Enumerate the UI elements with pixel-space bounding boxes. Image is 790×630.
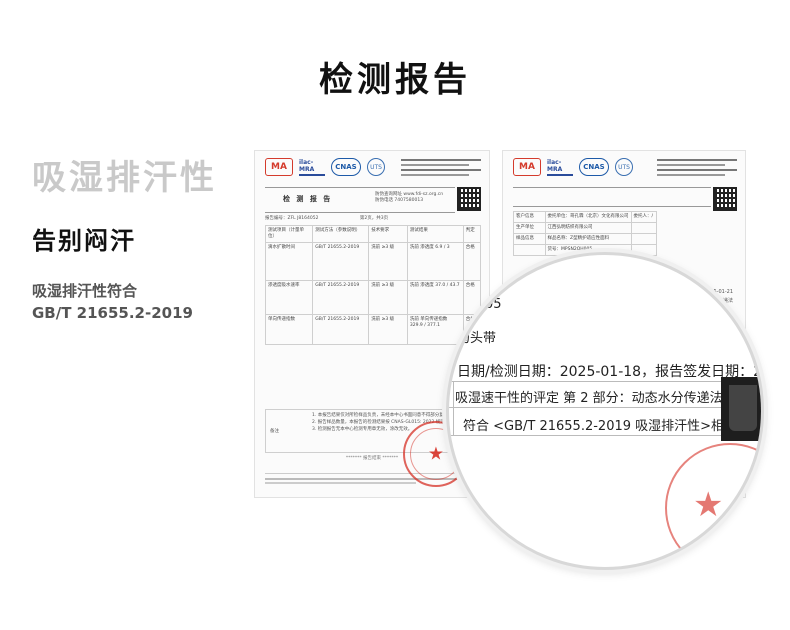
table-header-cell: 测试结果 bbox=[406, 225, 464, 243]
table-cell: GB/T 21655.2-2019 bbox=[312, 280, 370, 315]
verification-phone: 防伪电话 7407580013 bbox=[375, 198, 424, 203]
table-cell: 客户信息 bbox=[513, 211, 546, 223]
table-cell: 江西弘明纺织有限公司 bbox=[544, 222, 632, 234]
lab-name-text-lines bbox=[657, 159, 737, 179]
table-cell: GB/T 21655.2-2019 bbox=[312, 242, 370, 281]
table-cell: 渗透度吸水速率 bbox=[264, 280, 314, 315]
table-cell: 洗前 渗透度 6.9 / 3 bbox=[406, 242, 464, 281]
page-title: 检测报告 bbox=[319, 60, 471, 100]
magnifier-lens: 05 勾头带 日期/检测日期：2025-01-18，报告签发日期：2 吸湿速干性… bbox=[446, 252, 764, 570]
table-header-cell: 测试项目（计量单位） bbox=[264, 225, 314, 243]
feature-subtitle: 告别闷汗 bbox=[32, 227, 136, 255]
table-cell bbox=[630, 222, 658, 234]
report-page: 第2页，共3页 bbox=[359, 216, 389, 221]
table-header-row: 测试项目（计量单位） 测试方法（参数说明） 技术要求 测试结果 判定 bbox=[264, 225, 482, 243]
sample-photo bbox=[721, 377, 761, 441]
report-header-title: 检 测 报 告 bbox=[283, 195, 333, 203]
cma-logo-icon: MA bbox=[265, 158, 293, 176]
table-row: 渗透度吸水速率 GB/T 21655.2-2019 洗前 ≥3 级 洗前 渗透度… bbox=[264, 280, 482, 315]
feature-description: 吸湿排汗性符合 GB/T 21655.2-2019 bbox=[32, 280, 242, 324]
client-info-table: 客户信息 委托单位：哥孔霖（北京）文化有限公司 委托人：/ 生产单位 江西弘明纺… bbox=[513, 211, 658, 256]
table-cell: 单向传递指数 bbox=[264, 314, 314, 345]
table-row: 客户信息 委托单位：哥孔霖（北京）文化有限公司 委托人：/ bbox=[513, 211, 658, 223]
ilac-logo-icon: ilac-MRA bbox=[547, 158, 573, 176]
cnas-logo-icon: CNAS bbox=[331, 158, 361, 176]
magnified-text-line: 05 bbox=[485, 297, 502, 312]
table-row: 单向传递指数 GB/T 21655.2-2019 洗前 ≥3 级 洗前 单向传递… bbox=[264, 314, 482, 345]
table-cell: 样品信息 bbox=[513, 233, 546, 245]
certification-logos: MA ilac-MRA CNAS UTS bbox=[513, 157, 633, 177]
table-cell: 洗前 渗透度 37.0 / 43.7 bbox=[406, 280, 464, 315]
lab-name-text-lines bbox=[401, 159, 481, 179]
table-cell: 生产单位 bbox=[513, 222, 546, 234]
remarks-label: 备注 bbox=[270, 429, 279, 434]
magnified-text-line: 勾头带 bbox=[457, 331, 497, 346]
table-row: 样品信息 样品名称：Z型精护适应性面料 bbox=[513, 233, 658, 245]
table-cell: 洗前 ≥3 级 bbox=[368, 242, 408, 281]
certification-logos: MA ilac-MRA CNAS UTS bbox=[265, 157, 385, 177]
table-cell: 委托单位：哥孔霖（北京）文化有限公司 bbox=[544, 211, 632, 223]
cma-logo-icon: MA bbox=[513, 158, 541, 176]
table-cell: 样品名称：Z型精护适应性面料 bbox=[544, 233, 632, 245]
report-header: 检 测 报 告 防伪查询网址 www.fdi-sz.org.cn 防伪电话 74… bbox=[265, 187, 455, 213]
ilac-logo-icon: ilac-MRA bbox=[299, 158, 325, 176]
feature-description-line-1: 吸湿排汗性符合 bbox=[32, 282, 138, 300]
results-table: 测试项目（计量单位） 测试方法（参数说明） 技术要求 测试结果 判定 滴水扩散时… bbox=[264, 225, 482, 345]
table-header-cell: 技术要求 bbox=[368, 225, 408, 243]
qr-code-icon bbox=[713, 187, 737, 211]
table-cell: 合格 bbox=[462, 280, 482, 315]
table-cell bbox=[630, 233, 658, 245]
feature-panel: 吸湿排汗性 告别闷汗 吸湿排汗性符合 GB/T 21655.2-2019 bbox=[32, 150, 242, 324]
report-number-text: 报告编号：ZFL J8164052 bbox=[265, 216, 319, 221]
table-cell: 委托人：/ bbox=[630, 211, 658, 223]
magnified-test-method: 吸湿速干性的评定 第 2 部分：动态水分传递法） bbox=[455, 391, 736, 406]
table-row: 生产单位 江西弘明纺织有限公司 bbox=[513, 222, 658, 234]
magnified-seal-icon: ★ bbox=[665, 443, 761, 567]
magnified-conclusion: 符合 <GB/T 21655.2-2019 吸湿排汗性>相应 bbox=[463, 419, 738, 434]
report-header bbox=[513, 187, 711, 207]
qr-code-icon bbox=[457, 187, 481, 211]
feature-description-line-2: GB/T 21655.2-2019 bbox=[32, 304, 193, 322]
table-header-cell: 判定 bbox=[462, 225, 482, 243]
table-cell: 滴水扩散时间 bbox=[264, 242, 314, 281]
magnified-test-date: 日期/检测日期：2025-01-18，报告签发日期：2 bbox=[457, 364, 762, 380]
report-verification: 防伪查询网址 www.fdi-sz.org.cn 防伪电话 7407580013 bbox=[375, 192, 443, 204]
table-header-cell: 测试方法（参数说明） bbox=[312, 225, 370, 243]
uts-logo-icon: UTS bbox=[367, 158, 385, 176]
uts-logo-icon: UTS bbox=[615, 158, 633, 176]
table-row: 滴水扩散时间 GB/T 21655.2-2019 洗前 ≥3 级 洗前 渗透度 … bbox=[264, 242, 482, 281]
table-cell: GB/T 21655.2-2019 bbox=[312, 314, 370, 345]
table-cell: 洗前 单向传递指数 329.9 / 377.1 bbox=[406, 314, 464, 345]
cnas-logo-icon: CNAS bbox=[579, 158, 609, 176]
feature-title: 吸湿排汗性 bbox=[32, 158, 217, 198]
table-cell: 洗前 ≥3 级 bbox=[368, 280, 408, 315]
table-cell bbox=[513, 244, 546, 256]
report-number: 报告编号：ZFL J8164052 第2页，共3页 bbox=[265, 215, 388, 221]
table-cell: 合格 bbox=[462, 242, 482, 281]
table-cell: 洗前 ≥3 级 bbox=[368, 314, 408, 345]
